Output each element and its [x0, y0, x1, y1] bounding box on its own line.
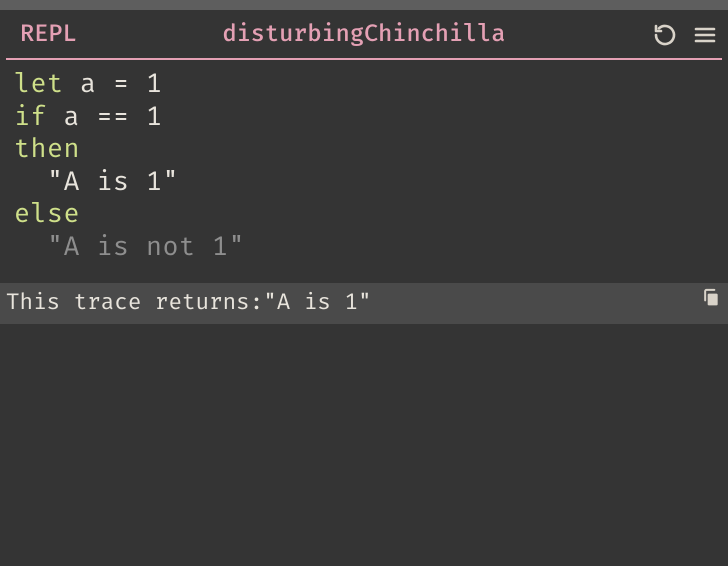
- result-bar: This trace returns: "A is 1": [0, 283, 728, 324]
- empty-output-area[interactable]: [0, 324, 728, 566]
- header-actions: [650, 20, 720, 50]
- code-token: "A is not 1": [14, 231, 245, 263]
- code-token: then: [14, 133, 80, 165]
- code-line: else: [14, 198, 714, 231]
- code-token: let: [14, 68, 80, 100]
- code-line: if a == 1: [14, 101, 714, 134]
- result-value: "A is 1": [263, 289, 371, 316]
- code-editor[interactable]: let a = 1if a == 1then "A is 1"else "A i…: [0, 60, 728, 283]
- refresh-button[interactable]: [650, 20, 680, 50]
- code-token: else: [14, 198, 80, 230]
- code-line: "A is not 1": [14, 231, 714, 264]
- window-chrome-top: [0, 0, 728, 10]
- menu-icon: [693, 23, 717, 47]
- code-token: a == 1: [64, 101, 163, 133]
- code-token: a = 1: [80, 68, 163, 100]
- header-bar: REPL disturbingChinchilla: [0, 10, 728, 60]
- repl-label[interactable]: REPL: [8, 19, 89, 51]
- copy-result-button[interactable]: [698, 285, 724, 311]
- code-line: then: [14, 133, 714, 166]
- copy-icon: [701, 287, 721, 310]
- code-line: let a = 1: [14, 68, 714, 101]
- code-token: "A is 1": [14, 166, 179, 198]
- header-underline: [6, 58, 722, 60]
- code-token: if: [14, 101, 64, 133]
- menu-button[interactable]: [690, 20, 720, 50]
- code-line: "A is 1": [14, 166, 714, 199]
- session-title: disturbingChinchilla: [0, 21, 728, 49]
- result-prefix: This trace returns:: [6, 289, 263, 316]
- refresh-icon: [653, 23, 677, 47]
